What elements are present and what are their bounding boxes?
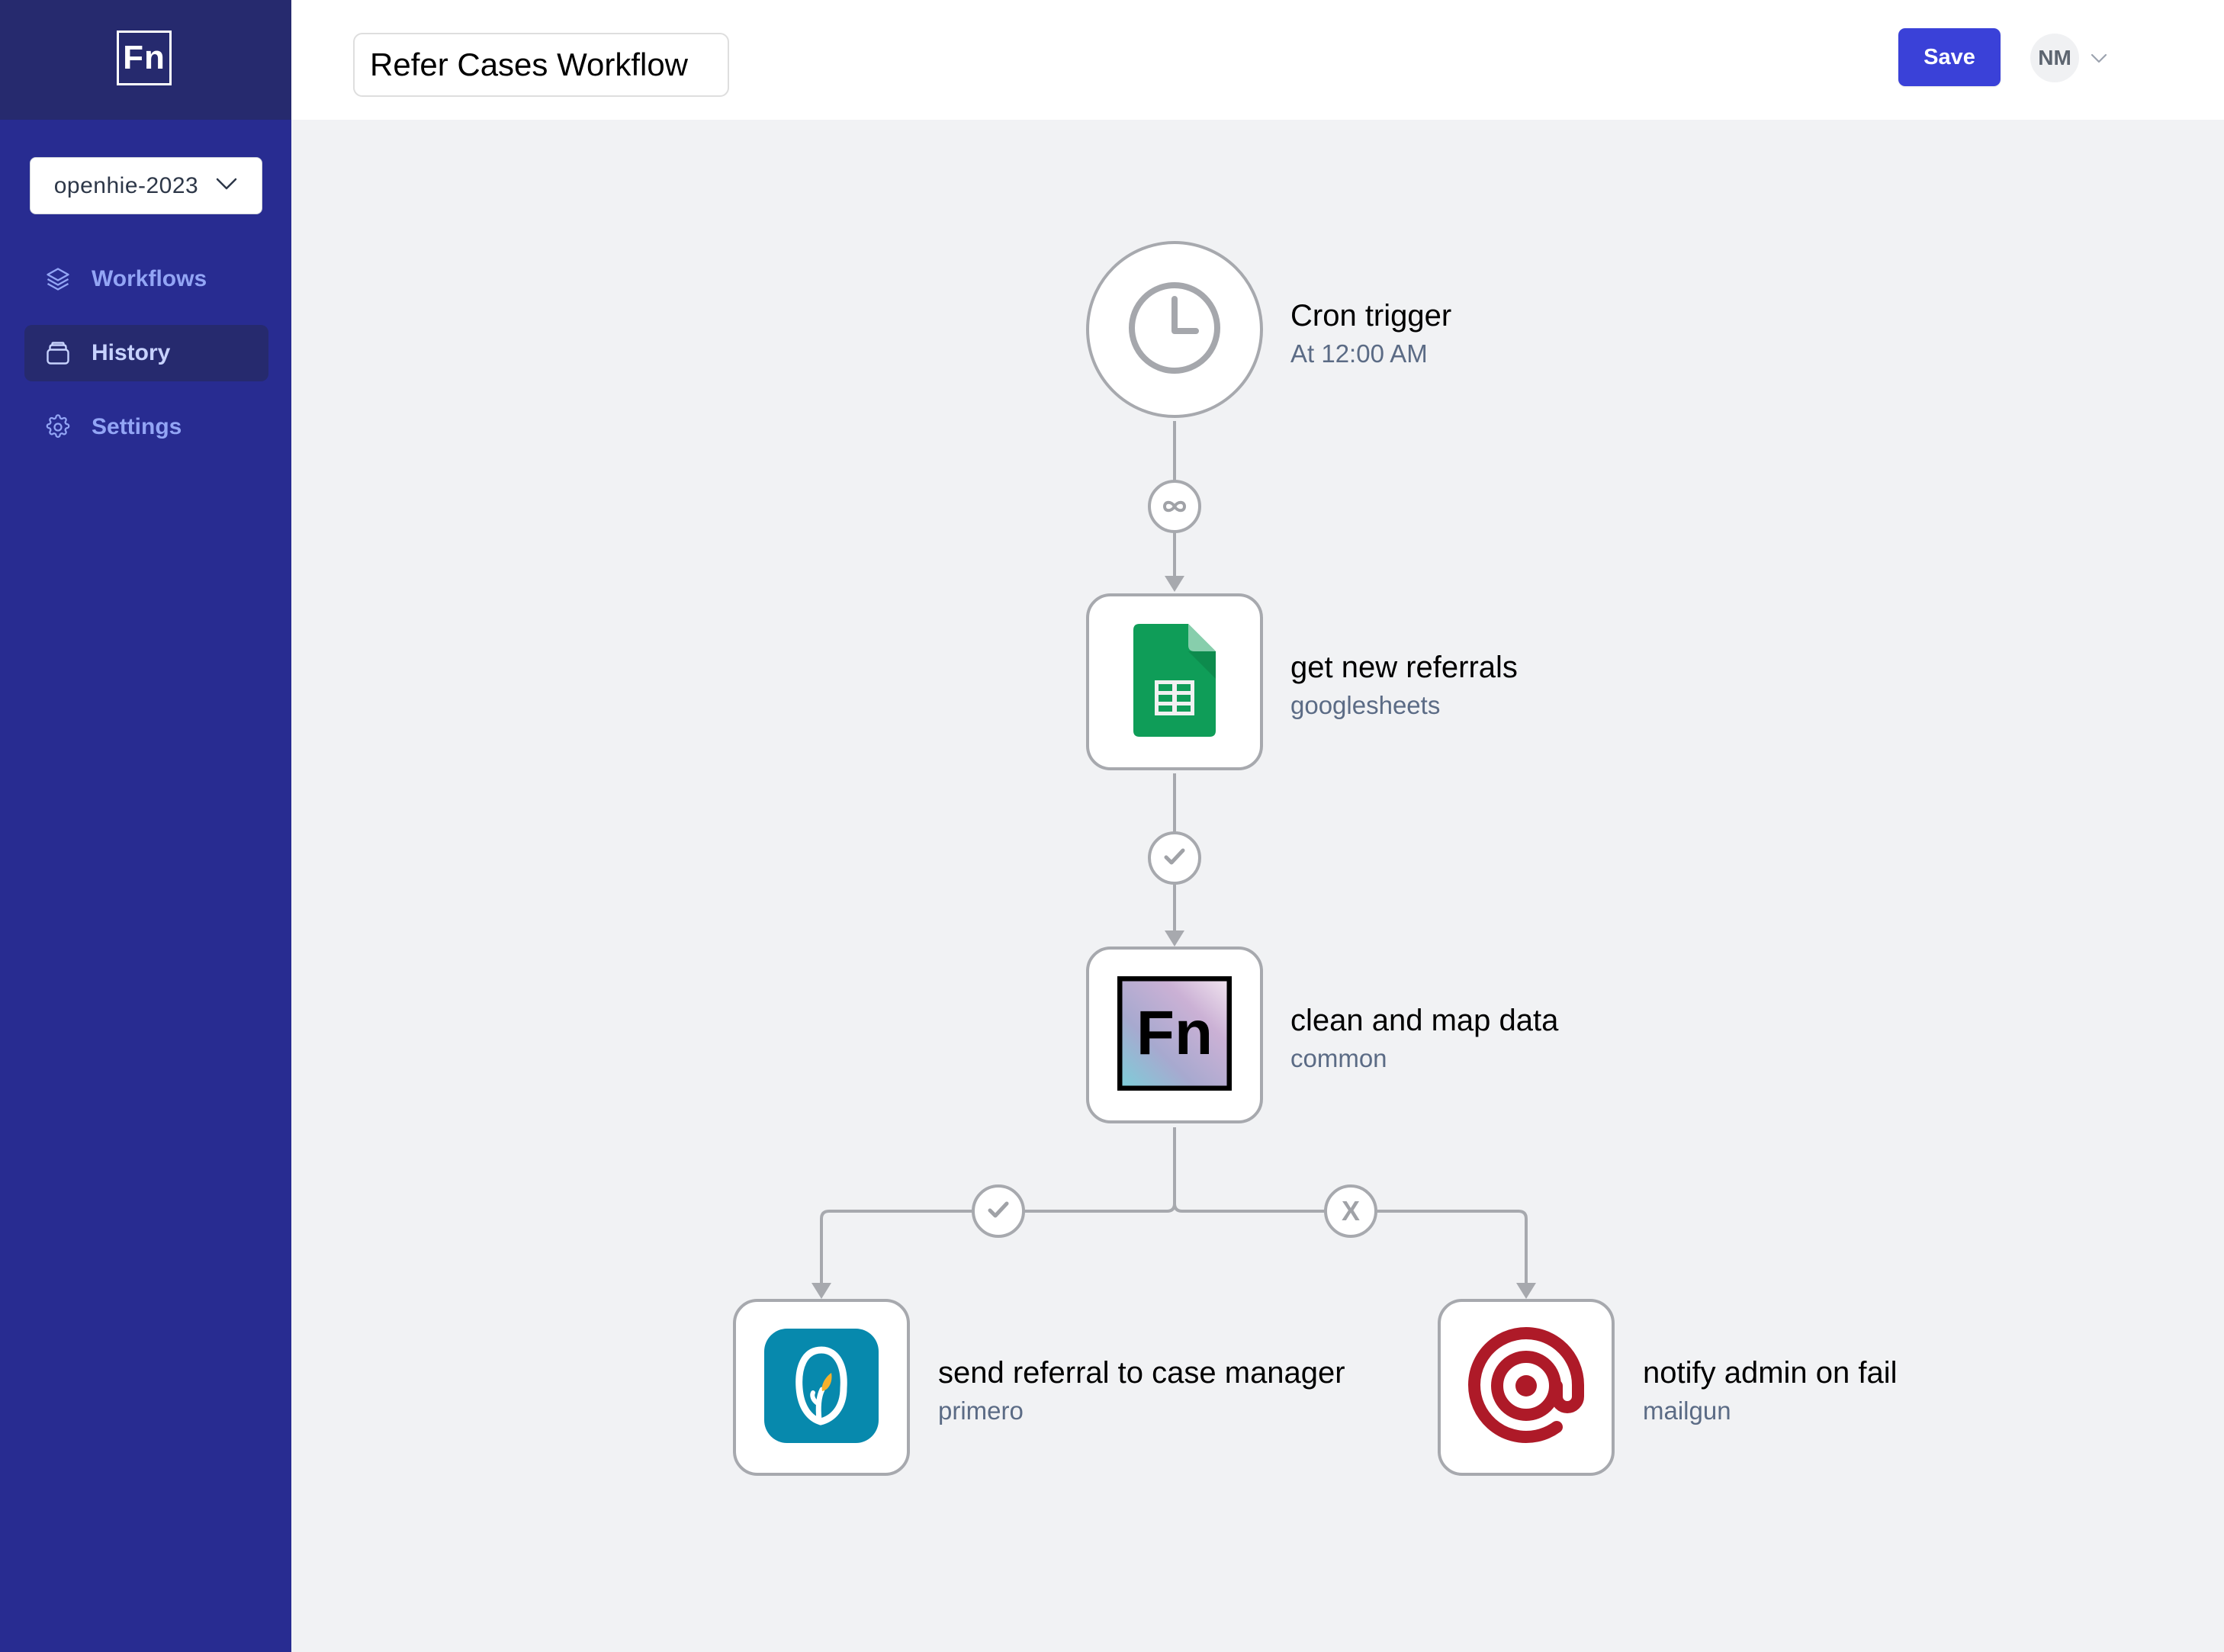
- edge-badge-failure[interactable]: X: [1324, 1184, 1377, 1238]
- node-detail: At 12:00 AM: [1290, 339, 1428, 368]
- clock-icon: [1127, 281, 1222, 379]
- trigger-node-label: Cron trigger At 12:00 AM: [1290, 299, 1451, 368]
- fn-common-icon: Fn: [1117, 975, 1233, 1094]
- workflow-title-input[interactable]: Refer Cases Workflow: [353, 33, 729, 97]
- sidebar: Fn openhie-2023 Workflows History Settin…: [0, 0, 291, 1652]
- gear-icon: [43, 412, 73, 442]
- infinity-icon: [1159, 490, 1190, 522]
- googlesheets-icon: [1133, 623, 1216, 741]
- sidebar-item-label: Workflows: [92, 266, 207, 291]
- edge-badge-success[interactable]: [972, 1184, 1025, 1238]
- edge-badge-always[interactable]: [1148, 480, 1201, 533]
- sidebar-item-label: Settings: [92, 414, 182, 439]
- layers-icon: [43, 264, 73, 294]
- job-node-get-new-referrals[interactable]: [1086, 593, 1263, 770]
- x-icon: X: [1341, 1195, 1360, 1226]
- job-node-notify-admin[interactable]: [1438, 1299, 1615, 1476]
- node-name: clean and map data: [1290, 1004, 1559, 1037]
- job-node-label: send referral to case manager primero: [938, 1356, 1345, 1425]
- job-node-label: get new referrals googlesheets: [1290, 651, 1518, 720]
- project-selector[interactable]: openhie-2023: [30, 157, 262, 214]
- project-name: openhie-2023: [53, 172, 199, 198]
- job-node-label: notify admin on fail mailgun: [1643, 1356, 1898, 1425]
- sidebar-item-history[interactable]: History: [24, 325, 268, 381]
- sidebar-item-settings[interactable]: Settings: [24, 399, 268, 455]
- chevron-down-icon: [215, 176, 238, 195]
- primero-icon: [764, 1328, 879, 1447]
- trigger-node[interactable]: [1086, 241, 1263, 418]
- chevron-down-icon[interactable]: [2088, 47, 2110, 69]
- check-icon: [1162, 842, 1187, 874]
- archive-icon: [43, 338, 73, 368]
- job-node-label: clean and map data common: [1290, 1004, 1558, 1073]
- check-icon: [986, 1195, 1011, 1227]
- node-name: Cron trigger: [1290, 299, 1452, 333]
- node-adaptor: googlesheets: [1290, 691, 1441, 719]
- sidebar-item-label: History: [92, 340, 171, 365]
- node-adaptor: common: [1290, 1044, 1387, 1072]
- sidebar-item-workflows[interactable]: Workflows: [24, 251, 268, 307]
- svg-text:Fn: Fn: [1136, 998, 1213, 1068]
- node-name: notify admin on fail: [1643, 1356, 1898, 1390]
- job-node-clean-and-map-data[interactable]: Fn: [1086, 947, 1263, 1123]
- node-adaptor: primero: [938, 1396, 1024, 1425]
- node-name: send referral to case manager: [938, 1356, 1345, 1390]
- job-node-send-referral[interactable]: [733, 1299, 910, 1476]
- user-avatar[interactable]: NM: [2030, 34, 2079, 82]
- node-name: get new referrals: [1290, 651, 1518, 684]
- sidebar-logo-area: Fn: [0, 0, 291, 120]
- app-logo[interactable]: Fn: [117, 31, 172, 85]
- mailgun-icon: [1467, 1326, 1586, 1449]
- save-button[interactable]: Save: [1898, 28, 2001, 86]
- node-adaptor: mailgun: [1643, 1396, 1731, 1425]
- edge-badge-success[interactable]: [1148, 831, 1201, 885]
